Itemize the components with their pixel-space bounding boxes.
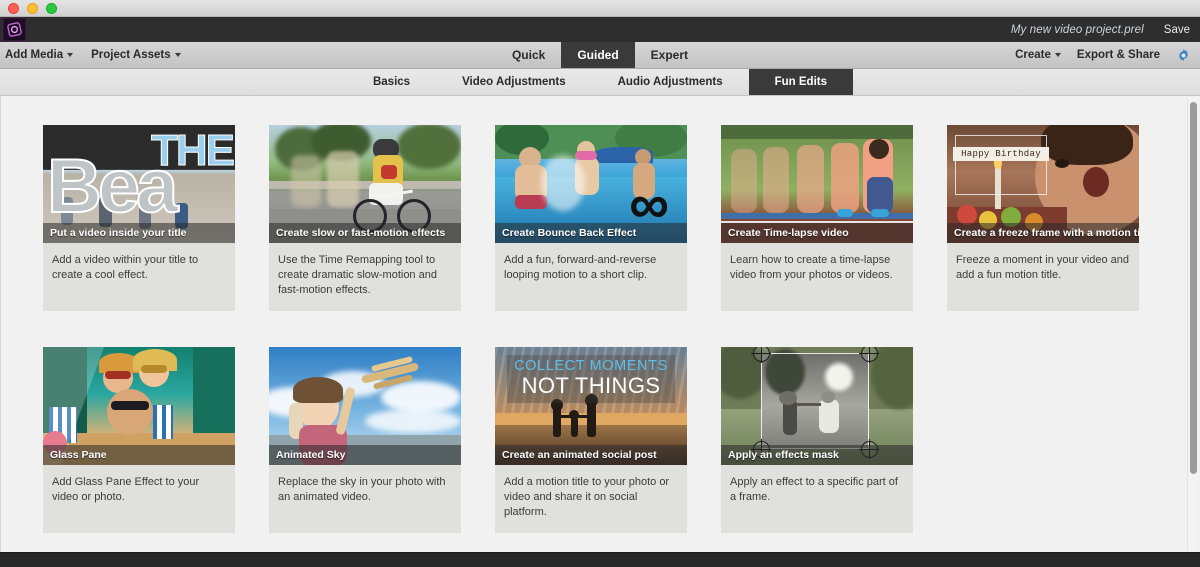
birthday-badge-frame [955,135,1047,195]
vertical-scrollbar-thumb[interactable] [1190,102,1197,474]
card-description: Apply an effect to a specific part of a … [721,465,913,533]
tab-audio-adjustments[interactable]: Audio Adjustments [592,69,749,95]
guided-edit-card[interactable]: Apply an effects mask Apply an effect to… [721,347,913,533]
social-title-line2: NOT THINGS [521,373,661,398]
card-thumbnail: THE Bea Put a video inside your title [43,125,235,243]
toolbar-left-group: Add Media Project Assets [0,42,181,68]
card-description: Add a fun, forward-and-reverse looping m… [495,243,687,311]
card-caption: Put a video inside your title [43,223,235,243]
sub-tab-group: Basics Video Adjustments Audio Adjustmen… [347,69,853,95]
tab-guided[interactable]: Guided [561,42,635,68]
card-caption: Create a freeze frame with a motion titl… [947,223,1139,243]
tab-quick[interactable]: Quick [496,42,561,68]
save-button[interactable]: Save [1164,24,1190,36]
card-thumbnail: Glass Pane [43,347,235,465]
window-titlebar [0,0,1200,17]
card-caption: Glass Pane [43,445,235,465]
card-thumbnail: Happy Birthday Create a freeze frame wit… [947,125,1139,243]
main-toolbar: Add Media Project Assets Quick Guided Ex… [0,42,1200,69]
guided-edit-card[interactable]: COLLECT MOMENTS NOT THINGS Create an ani… [495,347,687,533]
add-media-menu[interactable]: Add Media [5,49,74,61]
close-window-button[interactable] [8,2,19,14]
create-menu[interactable]: Create [1015,49,1061,61]
card-thumbnail: Create Time-lapse video [721,125,913,243]
chevron-down-icon [67,53,74,57]
status-bar [0,552,1200,567]
guided-edit-card[interactable]: ∞ Create Bounce Back Effect Add a fun, f… [495,125,687,311]
traffic-light-buttons [8,2,57,14]
chevron-down-icon [1054,53,1061,57]
card-thumbnail: Create slow or fast-motion effects [269,125,461,243]
chevron-down-icon [174,53,181,57]
card-caption: Create Time-lapse video [721,223,913,243]
card-thumbnail: ∞ Create Bounce Back Effect [495,125,687,243]
thumbnail-title-line2: Bea [46,144,179,229]
tab-fun-edits[interactable]: Fun Edits [748,69,853,95]
application-window: My new video project.prel Save Add Media… [0,0,1200,567]
create-label: Create [1015,49,1051,61]
gear-icon[interactable] [1176,48,1191,63]
card-caption: Create Bounce Back Effect [495,223,687,243]
guided-edit-card[interactable]: Animated Sky Replace the sky in your pho… [269,347,461,533]
application-header: My new video project.prel Save [0,17,1200,42]
guided-edit-card[interactable]: Create Time-lapse video Learn how to cre… [721,125,913,311]
social-title-line1: COLLECT MOMENTS [514,358,668,374]
adobe-premiere-elements-logo-icon [3,18,26,41]
tab-video-adjustments[interactable]: Video Adjustments [436,69,592,95]
app-header-right-group: My new video project.prel Save [1011,24,1200,36]
card-description: Add a video within your title to create … [43,243,235,311]
card-description: Freeze a moment in your video and add a … [947,243,1139,311]
project-assets-menu[interactable]: Project Assets [91,49,181,61]
card-caption: Apply an effects mask [721,445,913,465]
export-and-share-button[interactable]: Export & Share [1077,49,1160,61]
zoom-window-button[interactable] [46,2,57,14]
sub-toolbar: Basics Video Adjustments Audio Adjustmen… [0,69,1200,96]
card-thumbnail: COLLECT MOMENTS NOT THINGS Create an ani… [495,347,687,465]
guided-edit-card[interactable]: Happy Birthday Create a freeze frame wit… [947,125,1139,311]
add-media-label: Add Media [5,49,64,61]
project-name-label: My new video project.prel [1010,23,1144,36]
project-assets-label: Project Assets [91,49,171,61]
toolbar-right-group: Create Export & Share [1015,42,1200,68]
tab-expert[interactable]: Expert [635,42,704,68]
guided-edits-content-area: THE Bea Put a video inside your title Ad… [0,96,1200,552]
birthday-badge-text: Happy Birthday [953,147,1049,161]
card-description: Add a motion title to your photo or vide… [495,465,687,533]
card-description: Replace the sky in your photo with an an… [269,465,461,533]
guided-edit-card[interactable]: THE Bea Put a video inside your title Ad… [43,125,235,311]
card-caption: Create an animated social post [495,445,687,465]
card-description: Learn how to create a time-lapse video f… [721,243,913,311]
tab-basics[interactable]: Basics [347,69,436,95]
card-thumbnail: Animated Sky [269,347,461,465]
minimize-window-button[interactable] [27,2,38,14]
card-description: Use the Time Remapping tool to create dr… [269,243,461,311]
card-caption: Create slow or fast-motion effects [269,223,461,243]
card-caption: Animated Sky [269,445,461,465]
guided-edit-card[interactable]: Glass Pane Add Glass Pane Effect to your… [43,347,235,533]
vertical-scrollbar-track[interactable] [1187,98,1198,551]
card-description: Add Glass Pane Effect to your video or p… [43,465,235,533]
card-thumbnail: Apply an effects mask [721,347,913,465]
guided-edit-card[interactable]: Create slow or fast-motion effects Use t… [269,125,461,311]
guided-edits-grid: THE Bea Put a video inside your title Ad… [1,96,1200,533]
mask-selection-rect [761,353,869,449]
infinity-icon: ∞ [629,172,669,236]
social-title-overlay: COLLECT MOMENTS NOT THINGS [507,355,675,404]
